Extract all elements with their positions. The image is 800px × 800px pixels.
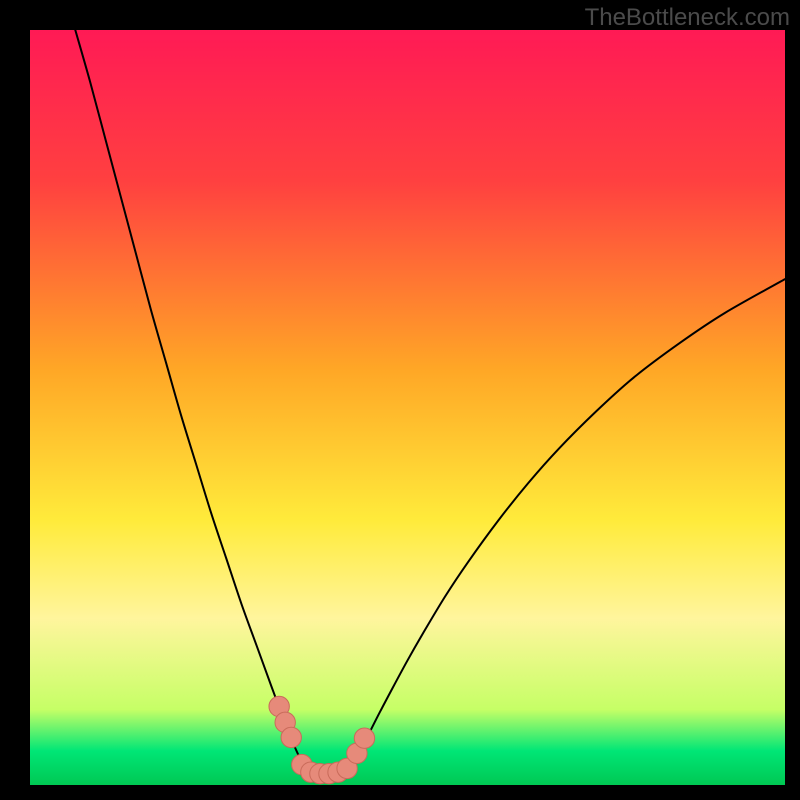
plot-area bbox=[30, 30, 785, 785]
bead-marker bbox=[281, 727, 301, 747]
bead-marker bbox=[354, 728, 374, 748]
chart-svg bbox=[30, 30, 785, 785]
watermark-text: TheBottleneck.com bbox=[585, 4, 790, 32]
chart-frame: TheBottleneck.com bbox=[0, 0, 800, 800]
gradient-background bbox=[30, 30, 785, 785]
